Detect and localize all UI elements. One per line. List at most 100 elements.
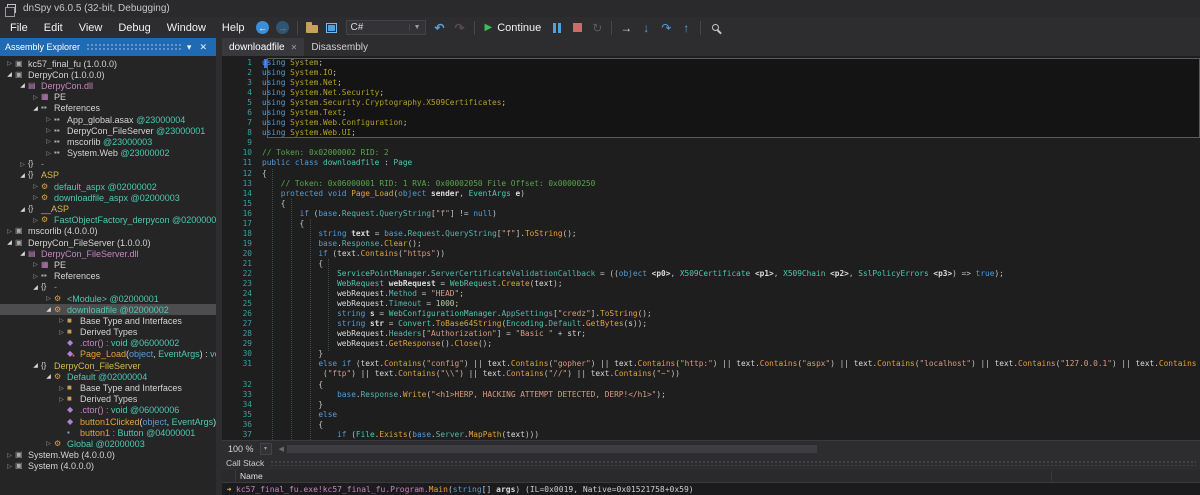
tree-expander-icon[interactable]: ▷ <box>43 116 54 123</box>
search-icon[interactable] <box>705 19 725 37</box>
panel-menu-icon[interactable]: ▾ <box>183 43 196 52</box>
modules-icon[interactable] <box>322 19 342 37</box>
tree-expander-icon[interactable]: ▷ <box>30 217 41 224</box>
tree-expander-icon[interactable]: ▷ <box>4 228 15 235</box>
tree-expander-icon[interactable]: ▷ <box>17 161 28 168</box>
tree-row[interactable]: ▪button1 : Button @04000001 <box>0 427 216 438</box>
tree-row[interactable]: ▷▦PE <box>0 92 216 103</box>
tree-expander-icon[interactable]: ▷ <box>56 317 67 324</box>
tree-row[interactable]: ◢{}ASP <box>0 170 216 181</box>
tree-expander-icon[interactable]: ▷ <box>43 295 54 302</box>
menu-window[interactable]: Window <box>159 19 214 37</box>
step-out-icon[interactable]: ↑ <box>676 19 696 37</box>
tree-row[interactable]: ▷▪▪References <box>0 271 216 282</box>
stop-icon[interactable] <box>567 19 587 37</box>
tree-row[interactable]: ▷▪▪System.Web @23000002 <box>0 148 216 159</box>
tree-row[interactable]: ▷▣mscorlib (4.0.0.0) <box>0 226 216 237</box>
tree-row[interactable]: ▷▣System.Web (4.0.0.0) <box>0 450 216 461</box>
tree-expander-icon[interactable]: ◢ <box>4 71 15 78</box>
tree-row[interactable]: ◆.ctor() : void @06000002 <box>0 338 216 349</box>
zoom-dropdown-icon[interactable]: ▾ <box>260 443 272 455</box>
assembly-explorer-header[interactable]: Assembly Explorer ▾ ✕ <box>0 38 216 56</box>
menu-debug[interactable]: Debug <box>110 19 158 37</box>
zoom-level[interactable]: 100 % <box>222 444 260 454</box>
tree-expander-icon[interactable]: ◢ <box>30 284 41 291</box>
open-file-icon[interactable] <box>302 19 322 37</box>
tree-row[interactable]: ◆Page_Load(object, EventArgs) : void @06… <box>0 349 216 360</box>
tree-row[interactable]: ▷▣System (4.0.0.0) <box>0 461 216 472</box>
tab-close-icon[interactable]: ✕ <box>291 43 298 52</box>
navigate-forward-icon[interactable]: → <box>273 19 293 37</box>
language-select[interactable]: C#▼ <box>346 20 426 35</box>
tree-row[interactable]: ◢⚙downloadfile @02000002 <box>0 304 216 315</box>
tree-expander-icon[interactable]: ◢ <box>17 250 28 257</box>
assembly-tree[interactable]: ▷▣kc57_final_fu (1.0.0.0)◢▣DerpyCon (1.0… <box>0 56 216 495</box>
scroll-left-icon[interactable]: ◀ <box>276 445 287 453</box>
tree-row[interactable]: ◢{}- <box>0 282 216 293</box>
tree-row[interactable]: ▷▪▪DerpyCon_FileServer @23000001 <box>0 125 216 136</box>
tree-row[interactable]: ▷⚙default_aspx @02000002 <box>0 181 216 192</box>
continue-button[interactable]: ▶Continue <box>479 22 548 34</box>
redo-icon[interactable]: ↷ <box>450 19 470 37</box>
tree-expander-icon[interactable]: ▷ <box>4 463 15 470</box>
panel-close-icon[interactable]: ✕ <box>195 43 211 52</box>
tree-expander-icon[interactable]: ▷ <box>30 183 41 190</box>
tree-row[interactable]: ▷▦PE <box>0 259 216 270</box>
menu-file[interactable]: File <box>2 19 36 37</box>
navigate-back-icon[interactable]: ← <box>253 19 273 37</box>
tree-row[interactable]: ◢▤DerpyCon.dll <box>0 80 216 91</box>
tree-expander-icon[interactable]: ▷ <box>4 452 15 459</box>
call-stack-header[interactable]: Call Stack <box>222 456 1200 470</box>
tree-expander-icon[interactable]: ▷ <box>43 150 54 157</box>
tree-expander-icon[interactable]: ▷ <box>56 329 67 336</box>
tree-row[interactable]: ▷⚙Global @02000003 <box>0 438 216 449</box>
scrollbar-thumb[interactable] <box>287 445 817 453</box>
tree-row[interactable]: ◆.ctor() : void @06000006 <box>0 405 216 416</box>
tree-row[interactable]: ◆button1Clicked(object, EventArgs) : voi… <box>0 416 216 427</box>
show-next-statement-icon[interactable]: → <box>616 19 636 37</box>
menu-help[interactable]: Help <box>214 19 253 37</box>
combo-arrow-icon[interactable]: ▼ <box>409 24 421 31</box>
tree-row[interactable]: ◢⚙Default @02000004 <box>0 371 216 382</box>
tree-row[interactable]: ◢▣DerpyCon (1.0.0.0) <box>0 69 216 80</box>
tree-expander-icon[interactable]: ▷ <box>43 440 54 447</box>
tree-row[interactable]: ▷■Base Type and Interfaces <box>0 382 216 393</box>
tree-expander-icon[interactable]: ◢ <box>17 82 28 89</box>
tree-expander-icon[interactable]: ◢ <box>17 206 28 213</box>
tree-row[interactable]: ▷▣kc57_final_fu (1.0.0.0) <box>0 58 216 69</box>
tree-row[interactable]: ▷■Base Type and Interfaces <box>0 315 216 326</box>
tree-expander-icon[interactable]: ▷ <box>56 385 67 392</box>
tree-expander-icon[interactable]: ◢ <box>43 306 54 313</box>
tree-row[interactable]: ◢▣DerpyCon_FileServer (1.0.0.0) <box>0 237 216 248</box>
tree-expander-icon[interactable]: ◢ <box>17 172 28 179</box>
tree-row[interactable]: ▷⚙downloadfile_aspx @02000003 <box>0 192 216 203</box>
tree-row[interactable]: ▷⚙<Module> @02000001 <box>0 293 216 304</box>
tree-expander-icon[interactable]: ▷ <box>56 396 67 403</box>
tree-expander-icon[interactable]: ▷ <box>43 138 54 145</box>
tree-expander-icon[interactable]: ▷ <box>30 194 41 201</box>
step-over-icon[interactable]: ↷ <box>656 19 676 37</box>
tree-expander-icon[interactable]: ▷ <box>30 261 41 268</box>
tree-expander-icon[interactable]: ▷ <box>4 60 15 67</box>
tree-row[interactable]: ◢▤DerpyCon_FileServer.dll <box>0 248 216 259</box>
tree-row[interactable]: ▷{}- <box>0 159 216 170</box>
pause-icon[interactable] <box>547 19 567 37</box>
name-column-header[interactable]: Name <box>236 471 1052 481</box>
tree-expander-icon[interactable]: ◢ <box>43 373 54 380</box>
tree-expander-icon[interactable]: ◢ <box>4 239 15 246</box>
tab-disassembly[interactable]: Disassembly <box>304 38 375 56</box>
restart-icon[interactable]: ↻ <box>587 19 607 37</box>
tree-expander-icon[interactable]: ◢ <box>30 362 41 369</box>
tree-expander-icon[interactable]: ▷ <box>30 273 41 280</box>
tree-row[interactable]: ▷▪▪mscorlib @23000003 <box>0 136 216 147</box>
tree-row[interactable]: ▷⚙FastObjectFactory_derpycon @02000004 <box>0 215 216 226</box>
tree-expander-icon[interactable]: ▷ <box>43 127 54 134</box>
menu-view[interactable]: View <box>71 19 111 37</box>
tree-row[interactable]: ▷■Derived Types <box>0 394 216 405</box>
undo-icon[interactable]: ↶ <box>430 19 450 37</box>
horizontal-scrollbar[interactable]: ◀ <box>276 443 1200 455</box>
tree-row[interactable]: ▷▪▪App_global.asax @23000004 <box>0 114 216 125</box>
step-into-icon[interactable]: ↓ <box>636 19 656 37</box>
tree-row[interactable]: ▷■Derived Types <box>0 327 216 338</box>
tree-expander-icon[interactable]: ▷ <box>30 94 41 101</box>
